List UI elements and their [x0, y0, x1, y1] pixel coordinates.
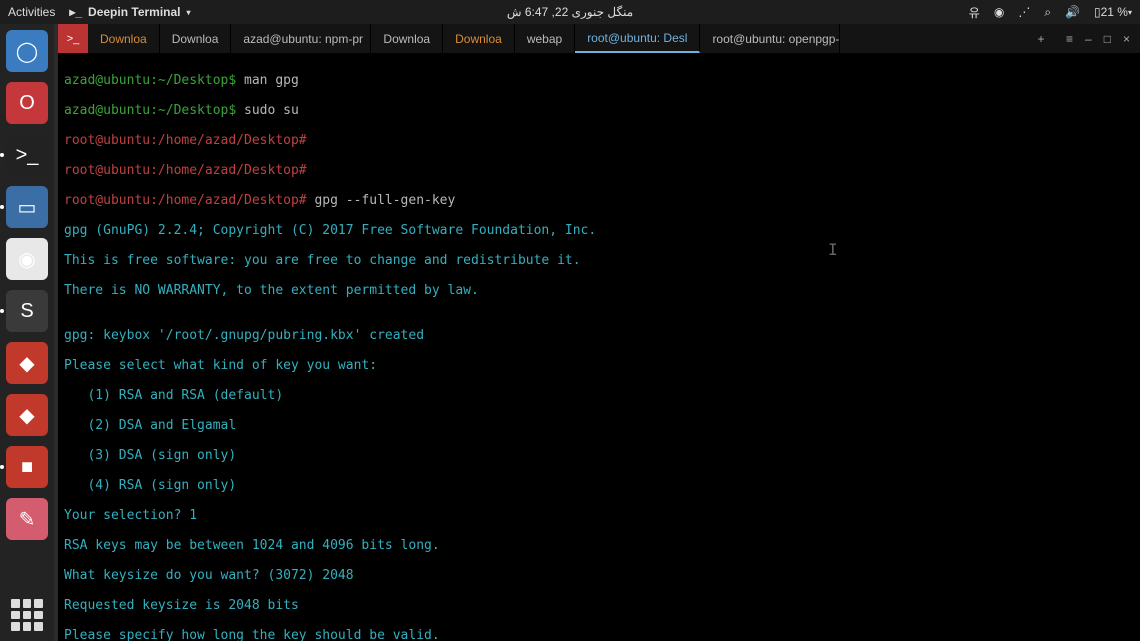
- prompt: root@ubuntu:/home/azad/Desktop#: [64, 133, 307, 148]
- tab-7[interactable]: root@ubuntu: openpgp-rev: [700, 24, 840, 53]
- terminal-text: RSA keys may be between 1024 and 4096 bi…: [64, 538, 1134, 553]
- dock-item-chromium[interactable]: ◯: [6, 30, 48, 72]
- dock-item-app-red1[interactable]: ◆: [6, 342, 48, 384]
- tabs: DownloaDownloaazad@ubuntu: npm-prDownloa…: [88, 24, 1026, 53]
- terminal-text: gpg: keybox '/root/.gnupg/pubring.kbx' c…: [64, 328, 1134, 343]
- terminal-text: Your selection? 1: [64, 508, 1134, 523]
- accessibility-icon[interactable]: 유: [969, 4, 980, 21]
- tab-0[interactable]: Downloa: [88, 24, 160, 53]
- terminal-body[interactable]: azad@ubuntu:~/Desktop$ man gpg azad@ubun…: [58, 54, 1140, 641]
- vpn-icon[interactable]: ⌕: [1044, 5, 1051, 20]
- camera-icon[interactable]: ◉: [994, 5, 1004, 19]
- dock: ◯ O >_ ▭ ◉ S ◆ ◆ ■ ✎: [0, 24, 54, 641]
- terminal-text: gpg (GnuPG) 2.2.4; Copyright (C) 2017 Fr…: [64, 223, 1134, 238]
- menu-button[interactable]: ≡: [1066, 32, 1073, 46]
- system-tray[interactable]: 유 ◉ ⋰ ⌕ 🔊 ▯ 21 % ▾: [969, 4, 1132, 21]
- terminal-text: Please select what kind of key you want:: [64, 358, 1134, 373]
- terminal-text: This is free software: you are free to c…: [64, 253, 1134, 268]
- terminal-text: man gpg: [244, 73, 299, 88]
- terminal-text: (2) DSA and Elgamal: [64, 418, 1134, 433]
- dock-item-app-red2[interactable]: ◆: [6, 394, 48, 436]
- tab-1[interactable]: Downloa: [160, 24, 232, 53]
- clock[interactable]: منگل جنوری 22, 6:47 ش: [507, 5, 633, 19]
- dock-item-files[interactable]: ▭: [6, 186, 48, 228]
- dock-item-opera[interactable]: O: [6, 82, 48, 124]
- terminal-text: What keysize do you want? (3072) 2048: [64, 568, 1134, 583]
- terminal-window: >_ DownloaDownloaazad@ubuntu: npm-prDown…: [58, 24, 1140, 641]
- terminal-app-icon: >_: [58, 24, 88, 53]
- tab-3[interactable]: Downloa: [371, 24, 443, 53]
- terminal-text: Please specify how long the key should b…: [64, 628, 1134, 641]
- tab-6[interactable]: root@ubuntu: Desl: [575, 24, 700, 53]
- close-button[interactable]: ×: [1123, 32, 1130, 46]
- terminal-icon: ▸_: [69, 5, 82, 19]
- terminal-text: Requested keysize is 2048 bits: [64, 598, 1134, 613]
- battery-indicator[interactable]: ▯ 21 % ▾: [1094, 5, 1132, 19]
- dock-item-terminal[interactable]: >_: [6, 134, 48, 176]
- dock-item-sublime[interactable]: S: [6, 290, 48, 332]
- activities-button[interactable]: Activities: [8, 5, 55, 19]
- terminal-text: (1) RSA and RSA (default): [64, 388, 1134, 403]
- app-title-text: Deepin Terminal: [88, 5, 180, 19]
- new-tab-button[interactable]: +: [1026, 24, 1056, 53]
- app-menu[interactable]: ▸_ Deepin Terminal ▾: [69, 5, 190, 19]
- tab-2[interactable]: azad@ubuntu: npm-pr: [231, 24, 371, 53]
- terminal-text: (4) RSA (sign only): [64, 478, 1134, 493]
- minimize-button[interactable]: –: [1085, 32, 1092, 46]
- terminal-text: (3) DSA (sign only): [64, 448, 1134, 463]
- volume-icon[interactable]: 🔊: [1065, 5, 1080, 19]
- dock-item-app-pink[interactable]: ✎: [6, 498, 48, 540]
- dock-item-rhythmbox[interactable]: ◉: [6, 238, 48, 280]
- wifi-icon[interactable]: ⋰: [1018, 5, 1030, 19]
- maximize-button[interactable]: □: [1104, 32, 1111, 46]
- text-cursor-icon: I: [828, 242, 838, 257]
- prompt: azad@ubuntu:~/Desktop$: [64, 73, 244, 88]
- show-applications-button[interactable]: [11, 599, 43, 631]
- prompt: root@ubuntu:/home/azad/Desktop#: [64, 193, 314, 208]
- battery-text: 21 %: [1101, 5, 1128, 19]
- top-panel: Activities ▸_ Deepin Terminal ▾ منگل جنو…: [0, 0, 1140, 24]
- prompt: root@ubuntu:/home/azad/Desktop#: [64, 163, 307, 178]
- tab-bar: >_ DownloaDownloaazad@ubuntu: npm-prDown…: [58, 24, 1140, 54]
- terminal-text: gpg --full-gen-key: [314, 193, 455, 208]
- prompt: azad@ubuntu:~/Desktop$: [64, 103, 244, 118]
- chevron-down-icon: ▾: [187, 8, 191, 17]
- terminal-text: There is NO WARRANTY, to the extent perm…: [64, 283, 1134, 298]
- tab-4[interactable]: Downloa: [443, 24, 515, 53]
- terminal-text: sudo su: [244, 103, 299, 118]
- dock-item-screen-recorder[interactable]: ■: [6, 446, 48, 488]
- tab-5[interactable]: webap: [515, 24, 575, 53]
